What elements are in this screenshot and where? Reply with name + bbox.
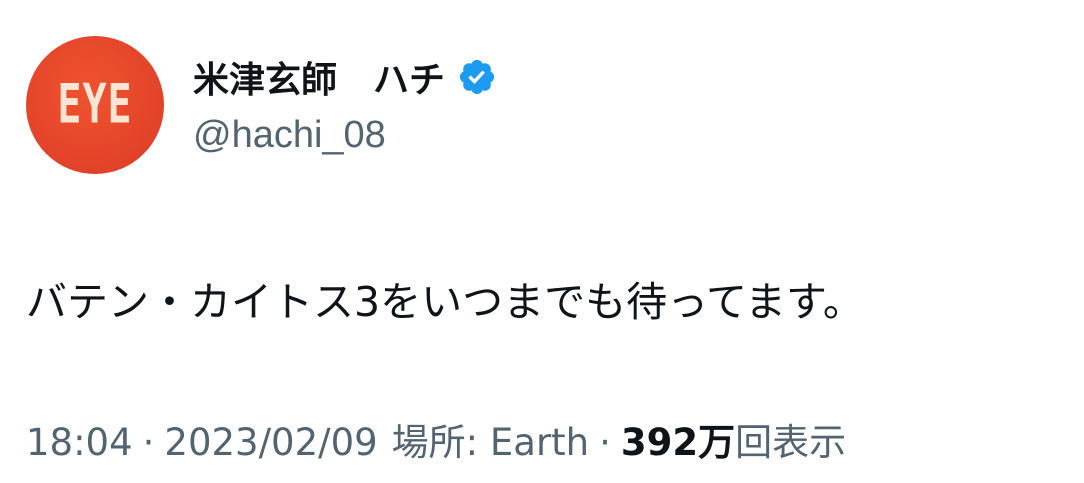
- tweet: EYE 米津玄師 ハチ @hachi_08 バテン・カイトス3をいつまでも待って…: [0, 0, 1084, 483]
- user-handle[interactable]: @hachi_08: [193, 114, 386, 157]
- tweet-text: バテン・カイトス3をいつまでも待ってます。: [26, 278, 864, 326]
- avatar-logo-text: EYE: [57, 73, 133, 137]
- meta-separator: ·: [142, 421, 155, 464]
- tweet-date[interactable]: 2023/02/09: [164, 421, 377, 464]
- tweet-time[interactable]: 18:04: [26, 421, 133, 464]
- display-name[interactable]: 米津玄師 ハチ: [193, 51, 445, 103]
- views-label: 回表示: [735, 421, 847, 464]
- tweet-location: 場所: Earth: [391, 421, 590, 464]
- views-count: 392万: [620, 421, 736, 464]
- tweet-meta: 18:04 · 2023/02/09 場所: Earth · 392万 回表示: [26, 412, 846, 466]
- display-name-row: 米津玄師 ハチ: [193, 52, 497, 102]
- meta-separator: ·: [599, 421, 611, 464]
- avatar[interactable]: EYE: [26, 36, 164, 174]
- verified-badge-icon: [459, 59, 495, 95]
